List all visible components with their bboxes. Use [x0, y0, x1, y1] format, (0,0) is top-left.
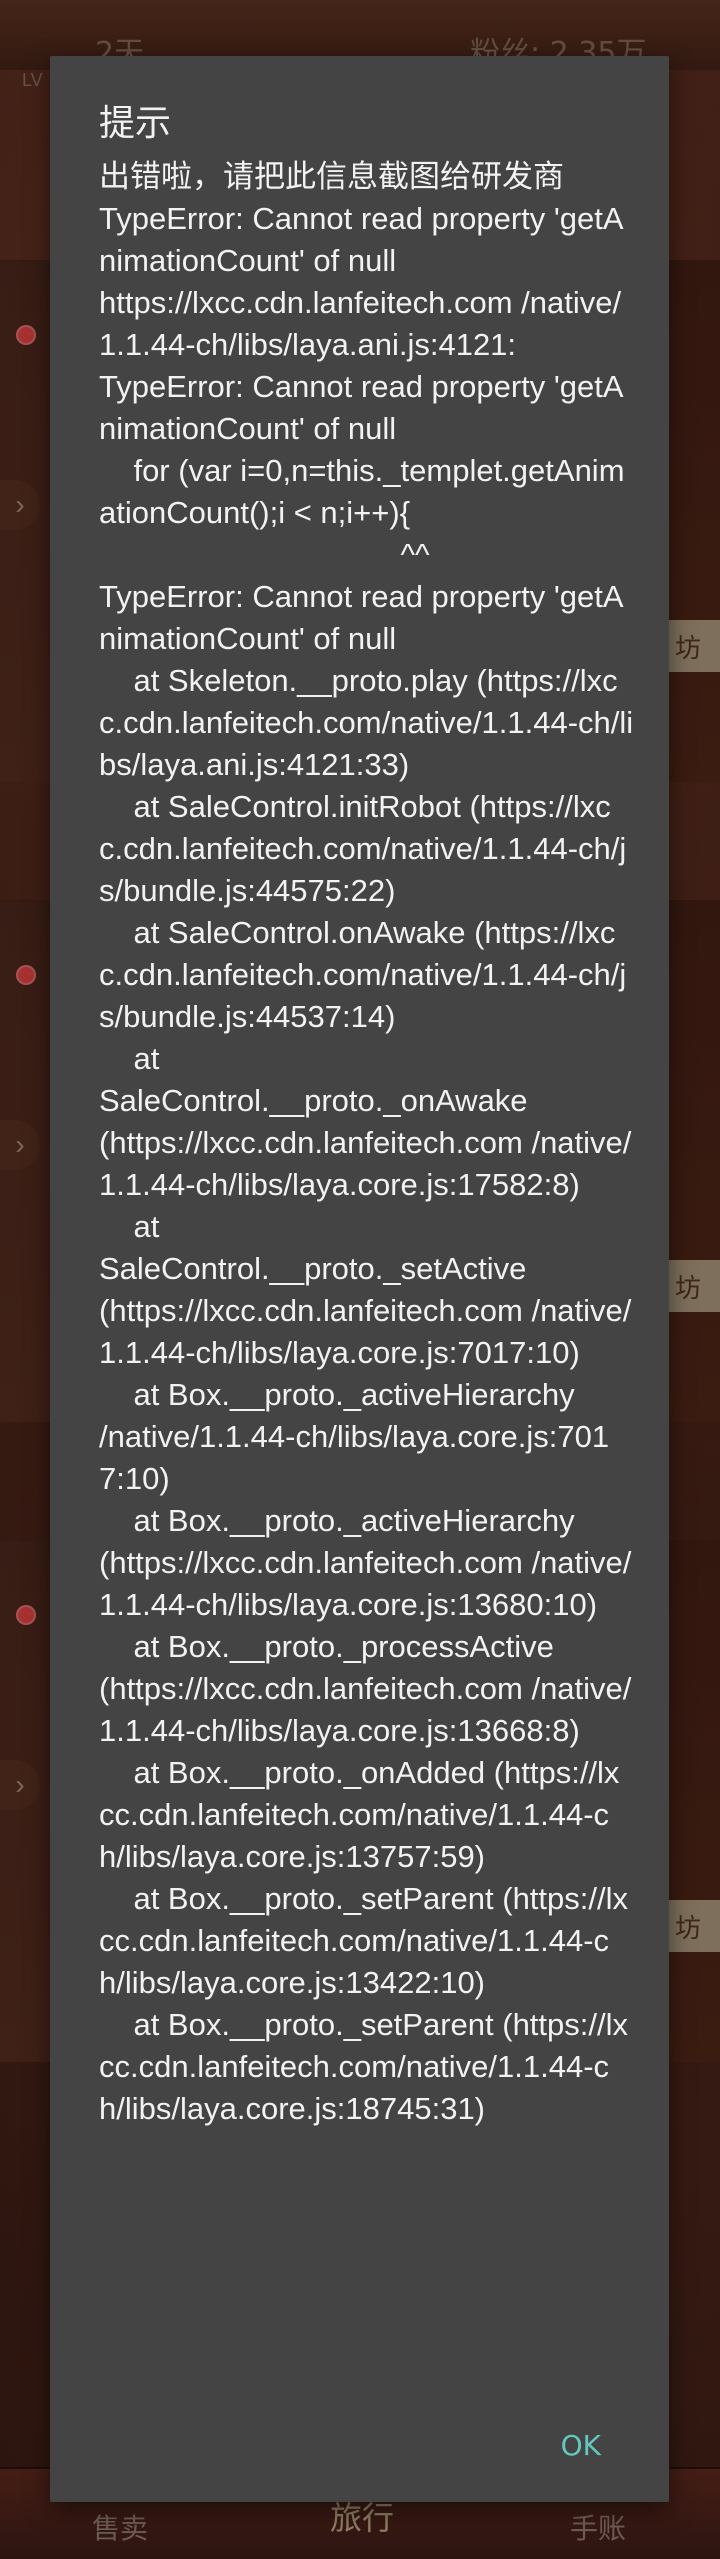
dialog-title: 提示: [99, 103, 172, 144]
error-message: 出错啦，请把此信息截图给研发商 TypeError: Cannot read p…: [99, 159, 634, 2126]
ok-button[interactable]: OK: [561, 2429, 601, 2462]
error-dialog: 提示 出错啦，请把此信息截图给研发商 TypeError: Cannot rea…: [50, 56, 669, 2502]
